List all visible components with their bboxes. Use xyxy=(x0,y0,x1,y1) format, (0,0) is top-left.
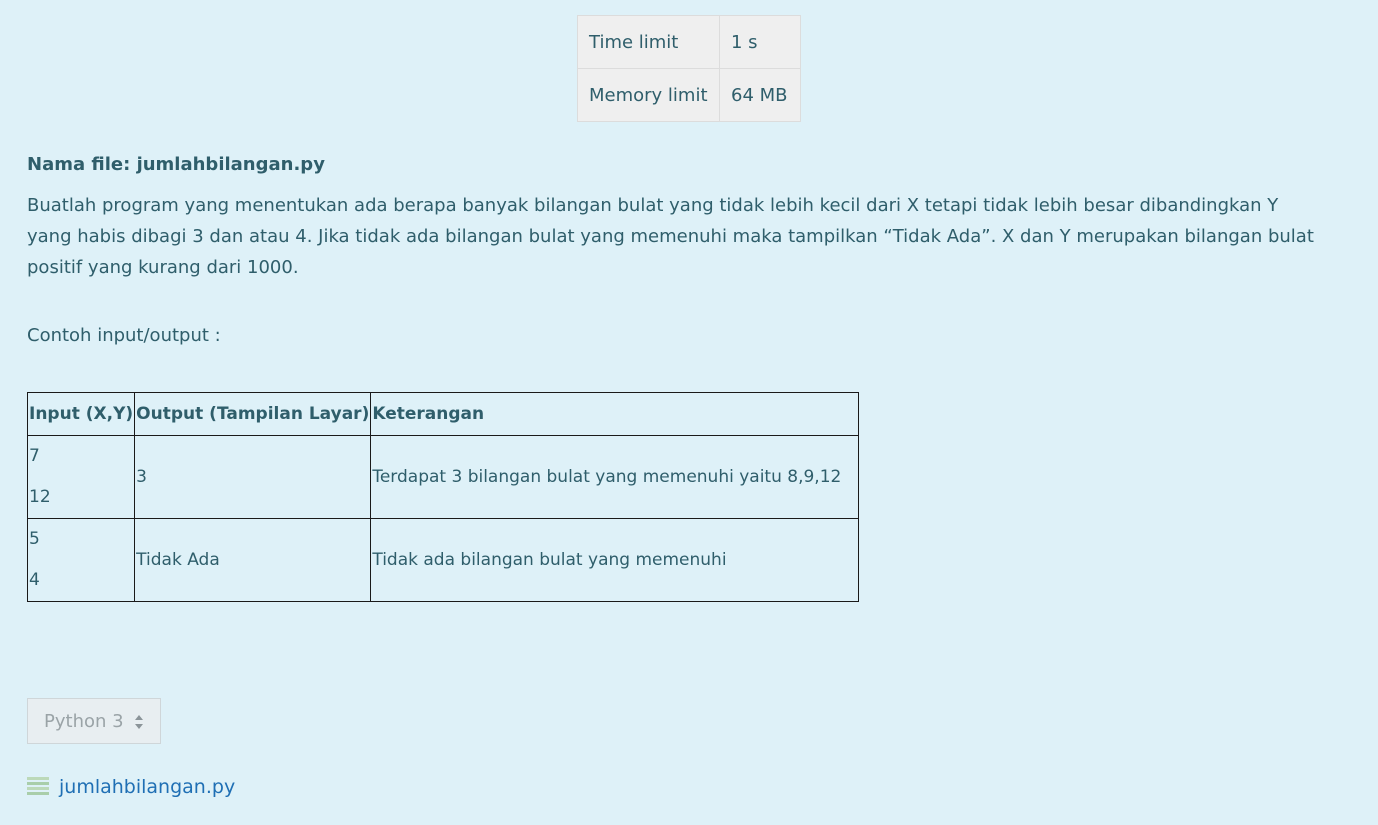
example-input-x: 5 xyxy=(29,529,40,549)
language-select-value: Python 3 xyxy=(44,710,124,732)
problem-description: Buatlah program yang menentukan ada bera… xyxy=(27,195,1314,278)
submission-file-link[interactable]: jumlahbilangan.py xyxy=(59,776,235,798)
header-output: Output (Tampilan Layar) xyxy=(134,392,372,436)
table-row: 5 4 Tidak Ada Tidak ada bilangan bulat y… xyxy=(26,518,860,602)
example-output-cell: Tidak Ada xyxy=(134,518,372,602)
select-arrows-icon xyxy=(135,715,143,729)
example-input-cell: 5 4 xyxy=(26,518,136,602)
examples-table: Input (X,Y) Output (Tampilan Layar) Kete… xyxy=(26,392,860,602)
header-note: Keterangan xyxy=(370,392,860,436)
example-note-cell: Tidak ada bilangan bulat yang memenuhi xyxy=(370,518,860,602)
time-limit-value: 1 s xyxy=(719,15,801,69)
examples-header-row: Input (X,Y) Output (Tampilan Layar) Kete… xyxy=(26,392,860,436)
example-note-cell: Terdapat 3 bilangan bulat yang memenuhi … xyxy=(370,435,860,519)
example-input-y: 12 xyxy=(29,487,51,507)
problem-filename: Nama file: jumlahbilangan.py xyxy=(27,154,325,175)
language-select[interactable]: Python 3 xyxy=(27,698,161,744)
submission-file[interactable]: jumlahbilangan.py xyxy=(27,776,235,798)
memory-limit-label: Memory limit xyxy=(577,68,720,122)
time-limit-row: Time limit 1 s xyxy=(577,15,801,69)
example-input-x: 7 xyxy=(29,446,40,466)
header-input: Input (X,Y) xyxy=(26,392,136,436)
memory-limit-row: Memory limit 64 MB xyxy=(577,68,801,122)
example-input-cell: 7 12 xyxy=(26,435,136,519)
limits-table: Time limit 1 s Memory limit 64 MB xyxy=(577,15,801,122)
time-limit-label: Time limit xyxy=(577,15,720,69)
problem-statement: Nama file: jumlahbilangan.py Buatlah pro… xyxy=(27,150,1317,351)
table-row: 7 12 3 Terdapat 3 bilangan bulat yang me… xyxy=(26,435,860,519)
file-lines-icon xyxy=(27,777,49,795)
example-output-cell: 3 xyxy=(134,435,372,519)
example-label: Contoh input/output : xyxy=(27,325,221,346)
example-input-y: 4 xyxy=(29,570,40,590)
memory-limit-value: 64 MB xyxy=(719,68,801,122)
